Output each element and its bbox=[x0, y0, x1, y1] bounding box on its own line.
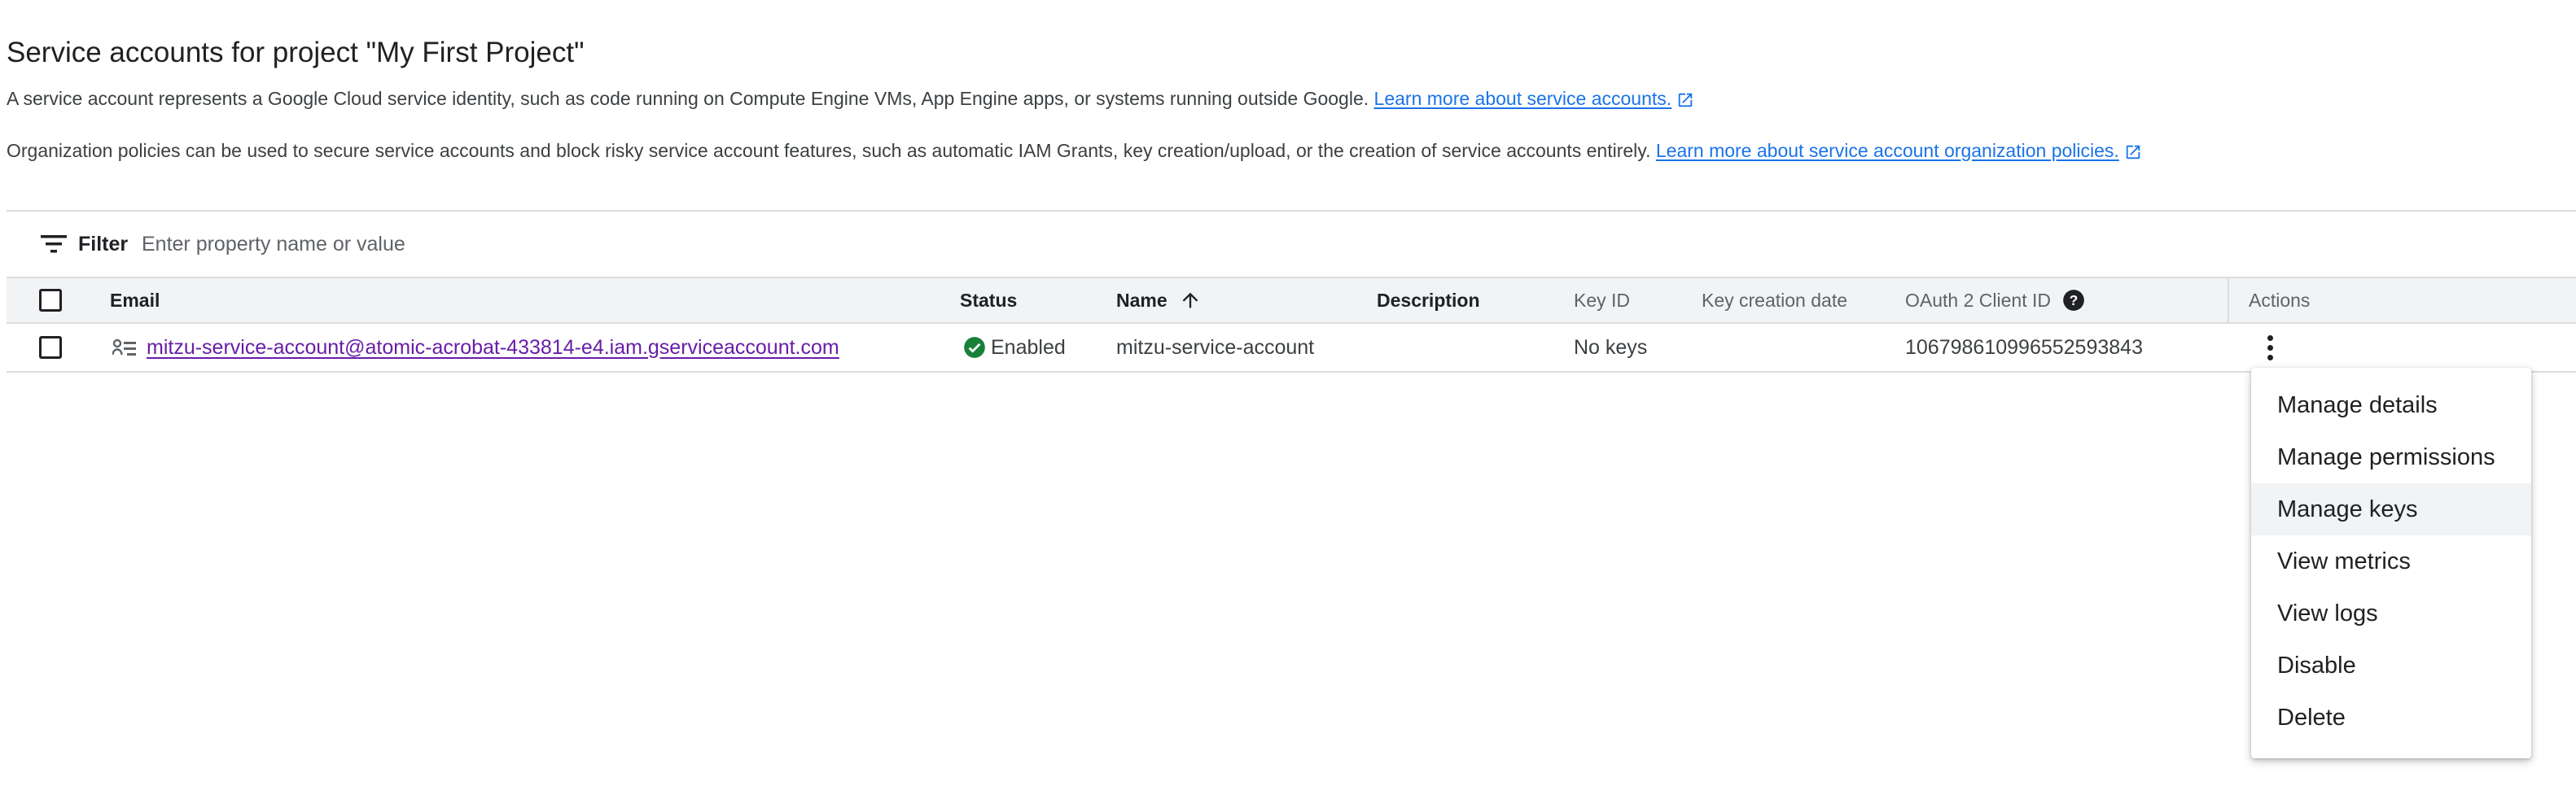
learn-more-service-accounts-link[interactable]: Learn more about service accounts. bbox=[1374, 88, 1672, 109]
filter-input[interactable] bbox=[142, 226, 874, 262]
column-header-description[interactable]: Description bbox=[1377, 278, 1480, 322]
column-header-email[interactable]: Email bbox=[110, 278, 160, 322]
row-checkbox[interactable] bbox=[39, 336, 62, 359]
service-account-description: A service account represents a Google Cl… bbox=[7, 85, 1694, 111]
column-header-actions: Actions bbox=[2249, 289, 2311, 311]
menu-item-disable[interactable]: Disable bbox=[2251, 640, 2531, 692]
filter-label[interactable]: Filter bbox=[78, 231, 128, 257]
description-text: Organization policies can be used to sec… bbox=[7, 140, 1651, 161]
table-row: mitzu-service-account@atomic-acrobat-433… bbox=[7, 324, 2576, 373]
actions-menu: Manage details Manage permissions Manage… bbox=[2251, 368, 2531, 758]
service-account-icon bbox=[112, 338, 136, 356]
menu-item-delete[interactable]: Delete bbox=[2251, 692, 2531, 744]
org-policy-description: Organization policies can be used to sec… bbox=[7, 138, 2142, 164]
column-header-key-id: Key ID bbox=[1574, 289, 1631, 311]
row-select-cell bbox=[39, 324, 62, 371]
svg-text:?: ? bbox=[2070, 292, 2079, 308]
menu-item-view-logs[interactable]: View logs bbox=[2251, 587, 2531, 640]
menu-item-manage-details[interactable]: Manage details bbox=[2251, 379, 2531, 431]
service-account-email-link[interactable]: mitzu-service-account@atomic-acrobat-433… bbox=[147, 336, 839, 360]
column-header-key-creation-date: Key creation date bbox=[1702, 289, 1848, 311]
column-header-name-label: Name bbox=[1116, 289, 1168, 311]
page-title: Service accounts for project "My First P… bbox=[7, 37, 585, 68]
select-all-cell bbox=[39, 278, 62, 322]
column-header-oauth-label: OAuth 2 Client ID bbox=[1905, 289, 2051, 311]
filter-bar: Filter bbox=[7, 212, 2576, 277]
service-accounts-table: Email Status Name Description Key ID Key… bbox=[7, 277, 2576, 373]
column-header-status[interactable]: Status bbox=[960, 278, 1017, 322]
status-cell: Enabled bbox=[963, 324, 1066, 371]
menu-item-view-metrics[interactable]: View metrics bbox=[2251, 535, 2531, 587]
description-text: A service account represents a Google Cl… bbox=[7, 88, 1369, 109]
key-id-cell: No keys bbox=[1574, 335, 1648, 359]
status-badge: Enabled bbox=[991, 335, 1066, 359]
external-link-icon[interactable] bbox=[2124, 143, 2142, 161]
menu-item-manage-permissions[interactable]: Manage permissions bbox=[2251, 431, 2531, 483]
external-link-icon[interactable] bbox=[1676, 91, 1694, 109]
learn-more-org-policies-link[interactable]: Learn more about service account organiz… bbox=[1656, 140, 2119, 161]
oauth-client-id-cell: 106798610996552593843 bbox=[1905, 335, 2143, 359]
actions-cell bbox=[2262, 324, 2278, 371]
more-actions-icon[interactable] bbox=[2262, 331, 2278, 364]
table-header: Email Status Name Description Key ID Key… bbox=[7, 277, 2576, 324]
help-icon[interactable]: ? bbox=[2062, 289, 2085, 312]
sort-ascending-icon[interactable] bbox=[1179, 288, 1202, 312]
name-cell: mitzu-service-account bbox=[1116, 335, 1315, 359]
check-circle-icon bbox=[964, 337, 985, 358]
select-all-checkbox[interactable] bbox=[39, 289, 62, 312]
email-cell: mitzu-service-account@atomic-acrobat-433… bbox=[112, 324, 839, 371]
menu-item-manage-keys[interactable]: Manage keys bbox=[2251, 483, 2531, 535]
column-divider bbox=[2228, 278, 2229, 322]
filter-icon[interactable] bbox=[39, 231, 68, 257]
column-header-oauth-client-id: OAuth 2 Client ID ? bbox=[1905, 278, 2085, 322]
column-header-name[interactable]: Name bbox=[1116, 278, 1202, 322]
